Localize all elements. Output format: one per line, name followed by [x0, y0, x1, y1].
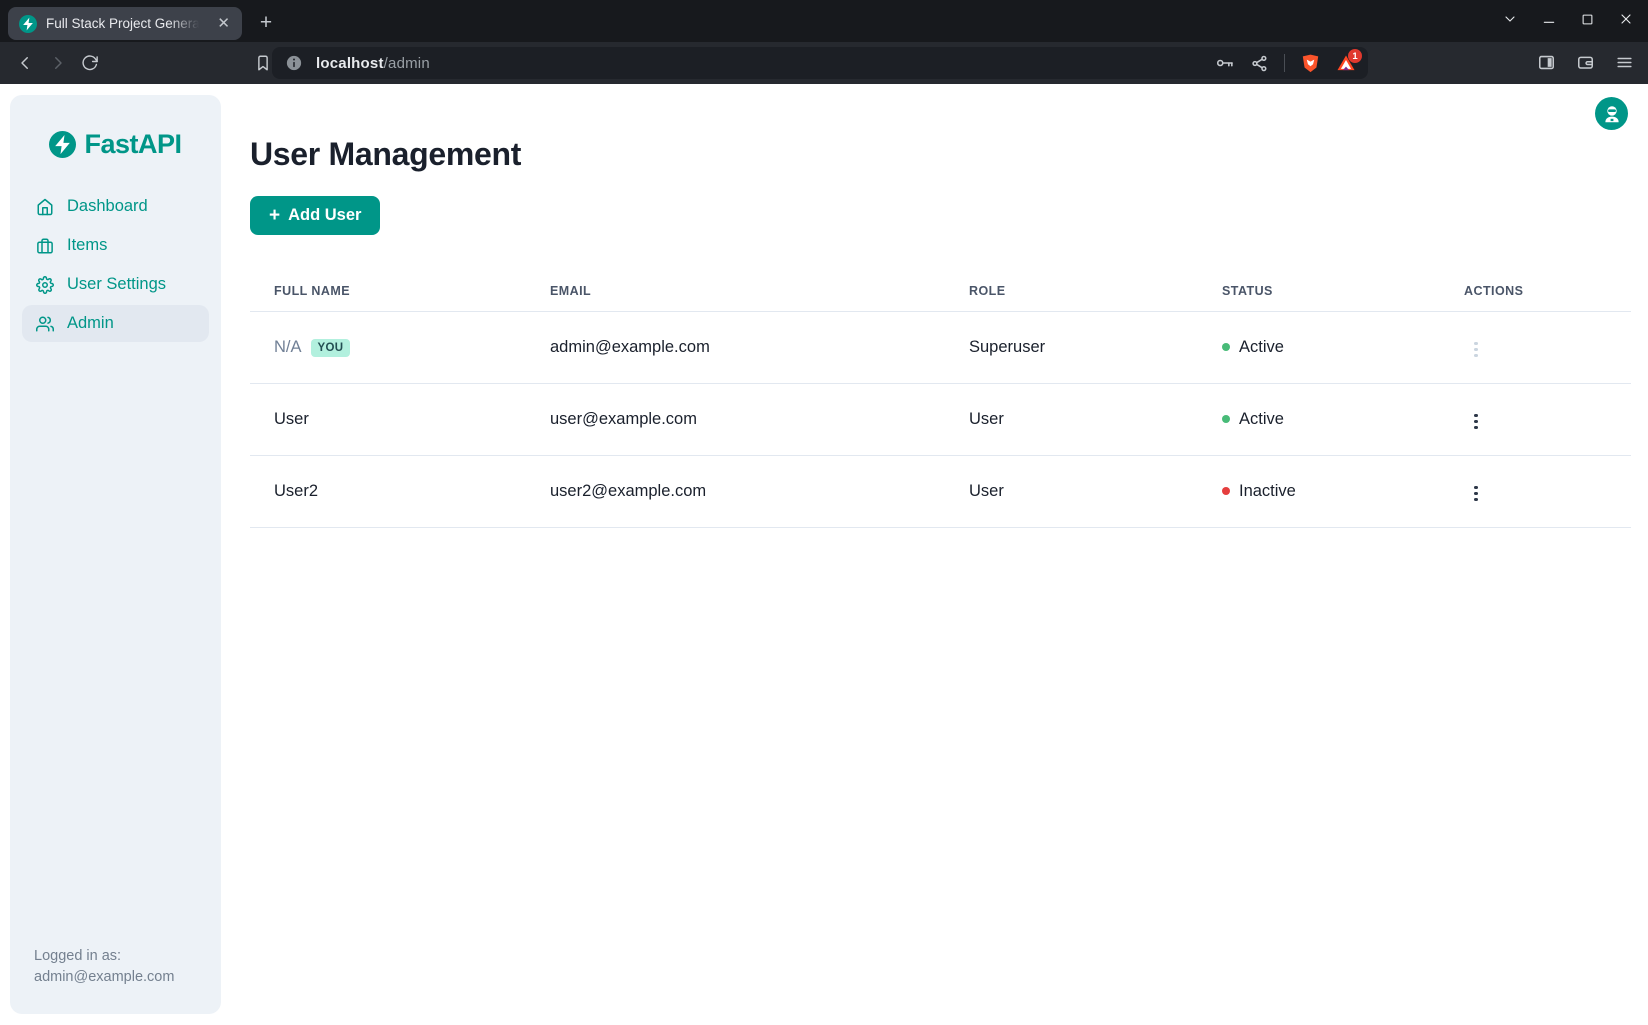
row-actions-menu[interactable] — [1464, 408, 1488, 436]
table-header-row: FULL NAME EMAIL ROLE STATUS ACTIONS — [250, 272, 1631, 311]
new-tab-icon[interactable]: + — [252, 9, 280, 37]
users-icon — [36, 315, 54, 333]
table-row: User2 user2@example.com User Inactive — [250, 455, 1631, 527]
col-actions: ACTIONS — [1440, 272, 1631, 311]
minimize-icon[interactable] — [1541, 11, 1557, 27]
window-close-icon[interactable] — [1618, 11, 1634, 27]
sidebar-item-dashboard[interactable]: Dashboard — [22, 188, 209, 225]
page-title: User Management — [250, 136, 1648, 173]
user-role: User — [945, 455, 1198, 527]
close-icon[interactable]: ✕ — [213, 14, 234, 33]
fastapi-favicon — [19, 15, 37, 33]
home-icon — [36, 198, 54, 216]
col-email: EMAIL — [526, 272, 945, 311]
status-dot — [1222, 487, 1230, 495]
status-dot — [1222, 343, 1230, 351]
sidebar-item-label: Items — [67, 236, 107, 255]
logged-in-label: Logged in as: — [34, 946, 174, 967]
key-icon[interactable] — [1215, 53, 1235, 73]
sidebar-item-admin[interactable]: Admin — [22, 305, 209, 342]
sidebar-item-items[interactable]: Items — [22, 227, 209, 264]
url-bar[interactable]: localhost/admin 1 — [272, 47, 1368, 79]
url-path: /admin — [384, 55, 430, 72]
browser-toolbar: localhost/admin 1 — [0, 42, 1648, 84]
logo-text: FastAPI — [84, 129, 181, 160]
rewards-badge: 1 — [1348, 49, 1362, 63]
table-row: User user@example.com User Active — [250, 383, 1631, 455]
share-icon[interactable] — [1250, 54, 1269, 73]
sidebar: FastAPI Dashboard Items User Settings Ad… — [10, 95, 221, 1014]
add-user-label: Add User — [288, 206, 361, 225]
reload-icon[interactable] — [81, 54, 99, 72]
status-dot — [1222, 415, 1230, 423]
forward-icon[interactable] — [49, 54, 67, 72]
row-actions-menu[interactable] — [1464, 480, 1488, 508]
user-full-name: User — [250, 383, 526, 455]
user-full-name: N/A — [274, 338, 302, 356]
browser-tab[interactable]: Full Stack Project Genera ✕ — [8, 7, 242, 40]
logged-in-email: admin@example.com — [34, 967, 174, 988]
you-badge: YOU — [311, 339, 351, 357]
col-status: STATUS — [1198, 272, 1440, 311]
user-role: Superuser — [945, 311, 1198, 383]
row-actions-menu[interactable] — [1464, 336, 1488, 364]
fastapi-bolt-icon — [49, 131, 76, 158]
sidebar-panel-icon[interactable] — [1537, 53, 1556, 72]
sidebar-item-label: User Settings — [67, 275, 166, 294]
fastapi-logo: FastAPI — [10, 95, 221, 160]
chevron-down-icon[interactable] — [1502, 11, 1518, 27]
divider — [1284, 54, 1285, 72]
logged-in-info: Logged in as: admin@example.com — [34, 946, 174, 988]
user-email: user2@example.com — [526, 455, 945, 527]
users-table: FULL NAME EMAIL ROLE STATUS ACTIONS N/A Y… — [250, 272, 1631, 528]
sidebar-item-user-settings[interactable]: User Settings — [22, 266, 209, 303]
user-full-name: User2 — [250, 455, 526, 527]
sidebar-item-label: Dashboard — [67, 197, 148, 216]
user-email: user@example.com — [526, 383, 945, 455]
sidebar-item-label: Admin — [67, 314, 114, 333]
main-content: User Management + Add User FULL NAME EMA… — [250, 84, 1648, 528]
maximize-icon[interactable] — [1580, 12, 1595, 27]
url-text: localhost/admin — [316, 55, 430, 72]
status-text: Active — [1239, 410, 1284, 429]
back-icon[interactable] — [16, 54, 34, 72]
menu-icon[interactable] — [1615, 53, 1634, 72]
wallet-icon[interactable] — [1576, 53, 1595, 72]
user-email: admin@example.com — [526, 311, 945, 383]
gear-icon — [36, 276, 54, 294]
col-full-name: FULL NAME — [250, 272, 526, 311]
bookmark-icon[interactable] — [254, 54, 272, 72]
brave-rewards-icon[interactable]: 1 — [1336, 53, 1356, 73]
sidebar-nav: Dashboard Items User Settings Admin — [22, 188, 209, 342]
col-role: ROLE — [945, 272, 1198, 311]
site-info-icon[interactable] — [285, 54, 303, 72]
plus-icon: + — [269, 205, 280, 227]
status-text: Inactive — [1239, 482, 1296, 501]
url-host: localhost — [316, 55, 384, 72]
status-text: Active — [1239, 338, 1284, 357]
tab-title: Full Stack Project Genera — [46, 16, 204, 31]
web-page: FastAPI Dashboard Items User Settings Ad… — [0, 84, 1648, 1025]
tab-strip: Full Stack Project Genera ✕ + — [0, 0, 1648, 42]
briefcase-icon — [36, 237, 54, 255]
table-row: N/A YOU admin@example.com Superuser Activ… — [250, 311, 1631, 383]
user-role: User — [945, 383, 1198, 455]
brave-shield-icon[interactable] — [1300, 53, 1321, 74]
add-user-button[interactable]: + Add User — [250, 196, 380, 235]
